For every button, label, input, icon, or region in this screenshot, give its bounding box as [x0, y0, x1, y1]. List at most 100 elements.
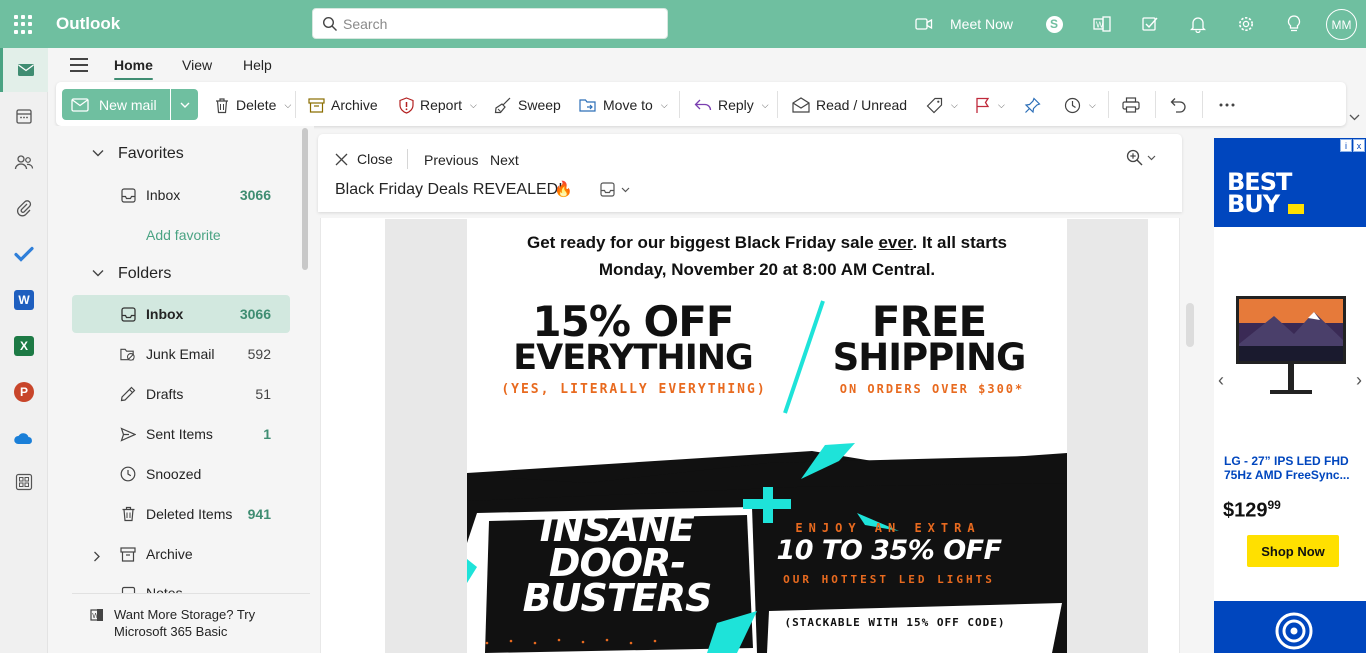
next-button[interactable]: Next — [490, 152, 519, 168]
chevron-down-icon[interactable]: ⌵ — [998, 100, 1005, 111]
new-mail-dropdown[interactable] — [170, 89, 198, 120]
folder-archive[interactable]: Archive — [72, 535, 290, 573]
ribbon-expand-icon[interactable] — [1349, 108, 1360, 124]
chevron-right-icon[interactable] — [93, 549, 101, 565]
favorite-inbox[interactable]: Inbox 3066 — [72, 176, 290, 214]
todo-icon[interactable] — [1140, 14, 1160, 34]
search-box[interactable] — [312, 8, 668, 39]
chevron-down-icon[interactable]: ⌵ — [661, 100, 668, 111]
chevron-down-icon[interactable]: ⌵ — [1089, 100, 1096, 111]
tab-help[interactable]: Help — [243, 57, 272, 73]
chevron-down-icon[interactable]: ⌵ — [284, 100, 291, 111]
bestbuy-header[interactable]: BEST BUY i x — [1214, 138, 1366, 227]
undo-button[interactable] — [1170, 94, 1187, 116]
previous-button[interactable]: Previous — [424, 152, 478, 168]
pin-button[interactable] — [1024, 94, 1041, 116]
folder-label: Junk Email — [146, 346, 215, 362]
bestbuy-logo[interactable]: BEST BUY — [1227, 170, 1292, 216]
shop-now-button[interactable]: Shop Now — [1247, 535, 1339, 567]
powerpoint-icon[interactable]: P — [0, 370, 48, 414]
avatar[interactable]: MM — [1326, 9, 1357, 40]
print-button[interactable] — [1122, 94, 1140, 116]
chevron-down-icon — [1147, 155, 1156, 160]
unread-count: 3066 — [239, 306, 271, 322]
folder-junk-email[interactable]: Junk Email 592 — [72, 335, 290, 373]
folders-header[interactable]: Folders — [92, 265, 171, 283]
ad-info-icon[interactable]: i — [1340, 139, 1352, 152]
app-launcher-icon[interactable] — [14, 14, 34, 34]
todo-check-icon[interactable] — [0, 232, 48, 276]
printer-icon — [1122, 97, 1140, 113]
tab-view[interactable]: View — [182, 57, 212, 73]
add-favorite-link[interactable]: Add favorite — [146, 227, 221, 243]
sweep-label: Sweep — [518, 97, 561, 113]
word-icon[interactable]: W — [0, 278, 48, 322]
mail-icon[interactable] — [0, 48, 48, 92]
move-message-button[interactable] — [600, 182, 630, 197]
ad-choices-badge[interactable]: i x — [1340, 139, 1365, 152]
reading-scrollbar[interactable] — [1186, 303, 1194, 347]
chevron-down-icon[interactable]: ⌵ — [951, 100, 958, 111]
folder-label: Archive — [146, 546, 193, 562]
search-input[interactable] — [343, 13, 658, 35]
people-icon[interactable] — [0, 140, 48, 184]
storage-promo[interactable]: W Want More Storage? Try Microsoft 365 B… — [72, 593, 310, 653]
favorites-header[interactable]: Favorites — [92, 145, 184, 163]
onedrive-icon[interactable] — [0, 416, 48, 460]
unread-count: 941 — [247, 506, 271, 522]
reply-button[interactable]: Reply ⌵ — [694, 94, 769, 116]
zoom-button[interactable] — [1126, 149, 1156, 166]
gear-icon[interactable] — [1236, 14, 1256, 34]
reply-icon — [694, 99, 712, 111]
meet-now-button[interactable]: Meet Now — [950, 16, 1013, 32]
attachment-icon[interactable] — [0, 186, 48, 230]
more-options-icon[interactable] — [1219, 94, 1235, 116]
top-bar: Outlook Meet Now S W MM — [0, 0, 1366, 48]
new-mail-button[interactable]: New mail — [62, 89, 198, 120]
snooze-button[interactable]: ⌵ — [1064, 94, 1096, 116]
bell-icon[interactable] — [1188, 14, 1208, 34]
chevron-down-icon[interactable]: ⌵ — [470, 100, 477, 111]
ad-pane[interactable]: BEST BUY i x ‹ › LG - 27” IPS LED FHD 75… — [1214, 138, 1366, 653]
folder-deleted-items[interactable]: Deleted Items 941 — [72, 495, 290, 533]
excel-icon[interactable]: X — [0, 324, 48, 368]
flag-button[interactable]: ⌵ — [975, 94, 1005, 116]
close-button[interactable]: Close — [335, 151, 393, 167]
chevron-left-icon[interactable]: ‹ — [1218, 370, 1224, 391]
folder-scrollbar[interactable] — [302, 128, 308, 270]
offer2-line2: SHIPPING — [832, 336, 1027, 379]
archive-button[interactable]: Archive — [308, 94, 378, 116]
teams-icon[interactable]: W — [1092, 14, 1112, 34]
ad-product-title[interactable]: LG - 27” IPS LED FHD 75Hz AMD FreeSync..… — [1224, 454, 1362, 482]
calendar-icon[interactable] — [0, 94, 48, 138]
app-title[interactable]: Outlook — [56, 14, 120, 34]
delete-button[interactable]: Delete ⌵ — [214, 94, 291, 116]
categorize-button[interactable]: ⌵ — [926, 94, 958, 116]
folder-snoozed[interactable]: Snoozed — [72, 455, 290, 493]
video-icon[interactable] — [914, 14, 934, 34]
folder-notes[interactable]: Notes — [72, 575, 290, 593]
app-rail: W X P — [0, 48, 48, 653]
office-icon: W — [90, 608, 104, 625]
hamburger-icon[interactable] — [70, 58, 88, 72]
chevron-down-icon[interactable]: ⌵ — [762, 100, 769, 111]
more-apps-icon[interactable] — [0, 460, 48, 504]
sweep-button[interactable]: Sweep — [494, 94, 561, 116]
chevron-right-icon[interactable]: › — [1356, 370, 1362, 391]
report-button[interactable]: Report ⌵ — [399, 94, 477, 116]
lightbulb-icon[interactable] — [1284, 14, 1304, 34]
skype-icon[interactable]: S — [1044, 14, 1064, 34]
new-mail-main[interactable]: New mail — [62, 89, 170, 120]
tab-home[interactable]: Home — [114, 57, 153, 80]
move-to-button[interactable]: Move to ⌵ — [579, 94, 668, 116]
ad-footer[interactable] — [1214, 601, 1366, 653]
folder-inbox[interactable]: Inbox 3066 — [72, 295, 290, 333]
monitor-image[interactable] — [1234, 294, 1348, 398]
send-icon — [120, 426, 136, 442]
folder-sent-items[interactable]: Sent Items 1 — [72, 415, 290, 453]
read-unread-button[interactable]: Read / Unread — [792, 94, 907, 116]
junk-icon — [120, 346, 136, 362]
ad-close-icon[interactable]: x — [1353, 139, 1365, 152]
folder-drafts[interactable]: Drafts 51 — [72, 375, 290, 413]
storage-promo-text: Want More Storage? Try Microsoft 365 Bas… — [114, 607, 256, 639]
